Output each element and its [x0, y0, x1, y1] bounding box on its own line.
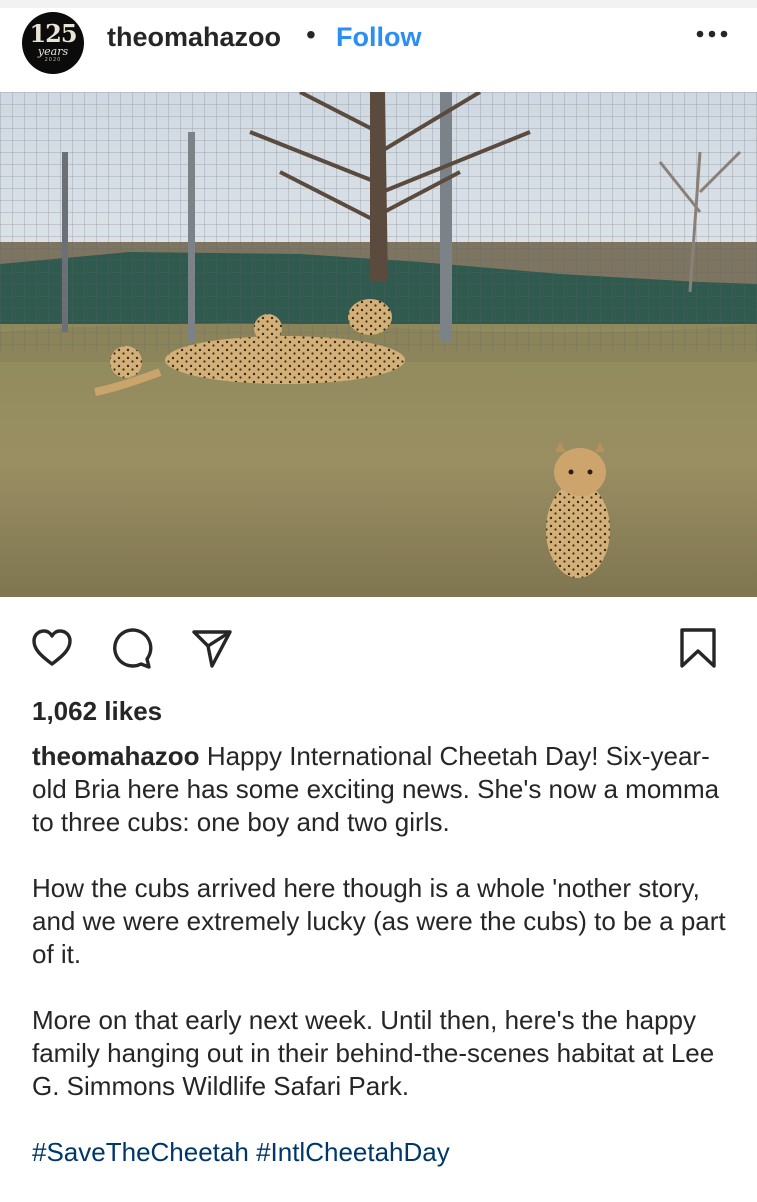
avatar-number: 125 [29, 19, 77, 48]
separator-dot: • [306, 19, 316, 50]
post-caption: theomahazoo Happy International Cheetah … [32, 740, 732, 1202]
post-header: 125 years 2020 theomahazoo • Follow [0, 8, 757, 74]
hashtags: #SaveTheCheetah #IntlCheetahDay [32, 1136, 732, 1169]
avatar-script: years [37, 45, 69, 58]
post-photo[interactable] [0, 92, 757, 597]
likes-count[interactable]: 1,062 likes [32, 696, 162, 727]
avatar[interactable]: 125 years 2020 [22, 12, 84, 74]
caption-paragraph-1: theomahazoo Happy International Cheetah … [32, 740, 732, 839]
comment-bubble-icon[interactable] [110, 626, 154, 670]
top-strip [0, 0, 757, 8]
heart-icon[interactable] [30, 626, 74, 670]
caption-paragraph-3: More on that early next week. Until then… [32, 1005, 715, 1101]
paper-plane-icon[interactable] [190, 626, 234, 670]
avatar-year: 2020 [44, 57, 62, 63]
more-options-icon[interactable] [690, 12, 734, 56]
hashtag-link[interactable]: #IntlCheetahDay [256, 1137, 450, 1167]
bookmark-icon[interactable] [676, 626, 720, 670]
username[interactable]: theomahazoo [107, 22, 281, 53]
caption-username[interactable]: theomahazoo [32, 741, 200, 771]
caption-paragraph-2: How the cubs arrived here though is a wh… [32, 873, 726, 969]
hashtag-link[interactable]: #SaveTheCheetah [32, 1137, 249, 1167]
follow-button[interactable]: Follow [336, 22, 421, 53]
